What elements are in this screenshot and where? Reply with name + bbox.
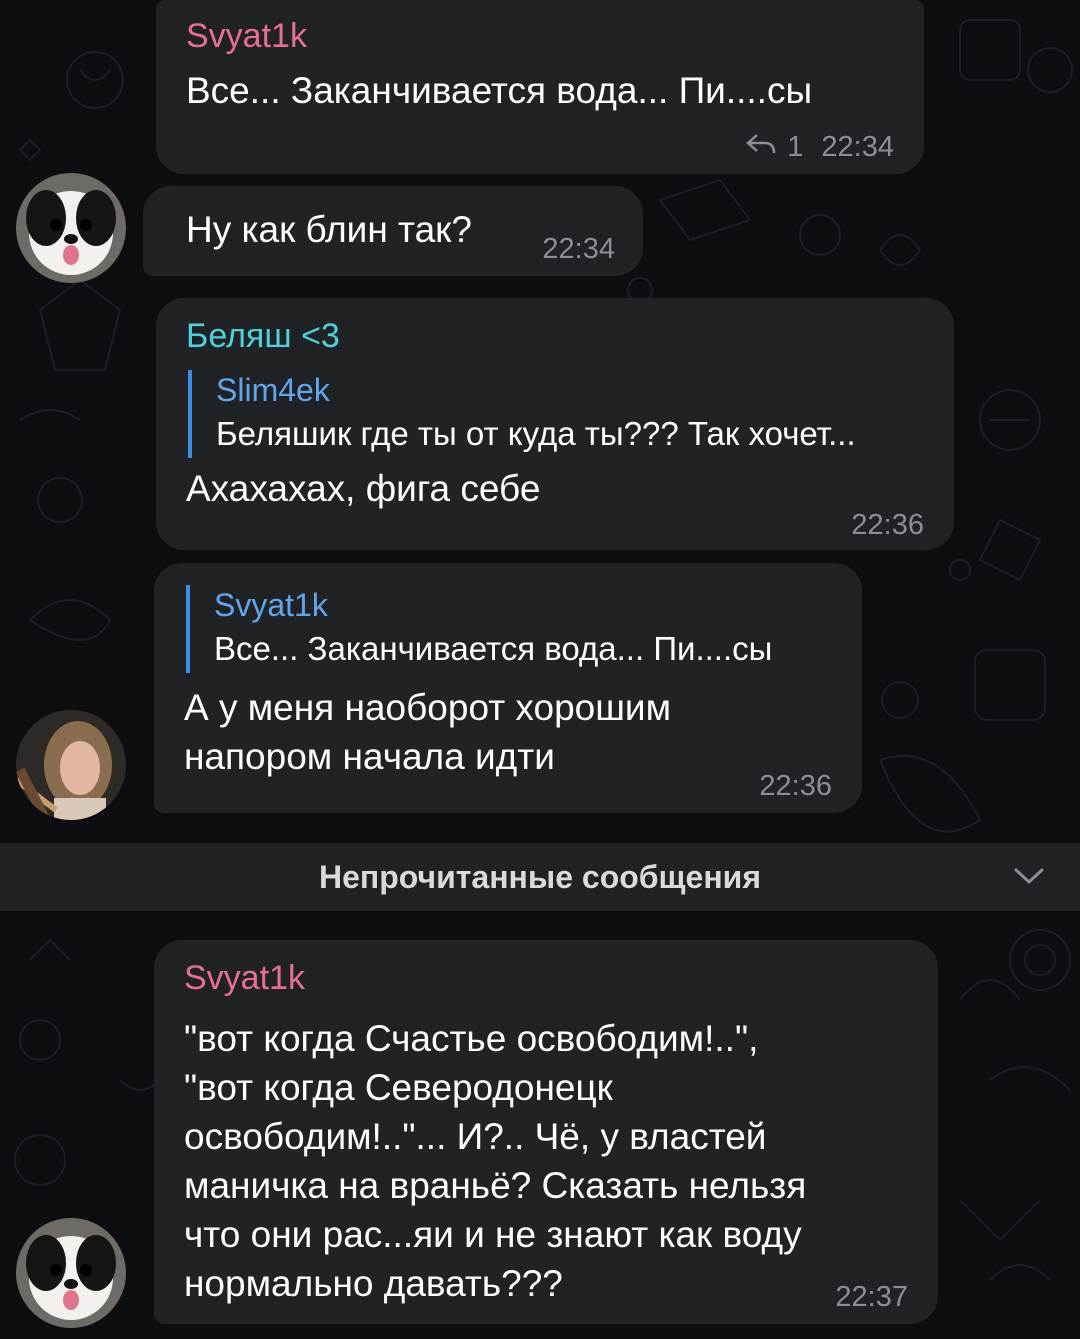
message-meta: 22:37: [835, 1281, 908, 1314]
message-text: А у меня наоборот хорошим напором начала…: [184, 683, 834, 781]
message-sender[interactable]: Svyat1k: [186, 16, 896, 56]
message-meta: 22:34: [542, 233, 615, 266]
message-line: нормально давать???: [184, 1263, 563, 1304]
message-text: Ахахахах, фига себе: [186, 468, 541, 509]
message-line: "вот когда Счастье освободим!..",: [184, 1018, 759, 1059]
reply-preview[interactable]: Svyat1k Все... Заканчивается вода... Пи.…: [186, 585, 834, 673]
message-meta: 22:36: [851, 509, 924, 542]
message-meta: 1 22:34: [745, 131, 894, 164]
message-bubble[interactable]: Svyat1k Все... Заканчивается вода... Пи.…: [154, 563, 862, 813]
chevron-down-icon[interactable]: [1012, 865, 1046, 892]
reply-count[interactable]: 1: [787, 131, 803, 164]
message-bubble[interactable]: Беляш <3 Slim4ek Беляшик где ты от куда …: [156, 298, 954, 550]
message-bubble[interactable]: Ну как блин так? 22:34: [143, 186, 643, 276]
avatar[interactable]: [16, 710, 126, 820]
message-time: 22:36: [759, 770, 832, 802]
unread-messages-label: Непрочитанные сообщения: [318, 858, 762, 895]
message-text: Все... Заканчивается вода... Пи....сы: [186, 70, 813, 111]
message-text: "вот когда Счастье освободим!..", "вот к…: [184, 1014, 910, 1308]
message-sender[interactable]: Беляш <3: [186, 316, 926, 356]
message-bubble[interactable]: Svyat1k Все... Заканчивается вода... Пи.…: [156, 0, 924, 174]
message-time: 22:34: [821, 131, 894, 163]
message-line: что они рас...яи и не знают как воду: [184, 1214, 802, 1255]
message-meta: 22:36: [759, 770, 832, 803]
reply-text: Все... Заканчивается вода... Пи....сы: [214, 630, 773, 667]
message-time: 22:34: [542, 233, 615, 265]
reply-arrow-icon[interactable]: [745, 131, 777, 164]
message-line: маничка на враньё? Сказать нельзя: [184, 1165, 807, 1206]
message-time: 22:37: [835, 1281, 908, 1313]
unread-messages-divider: Непрочитанные сообщения: [0, 843, 1080, 911]
message-line: напором начала идти: [184, 736, 555, 777]
reply-sender: Svyat1k: [214, 587, 328, 623]
message-line: А у меня наоборот хорошим: [184, 687, 672, 728]
message-sender[interactable]: Svyat1k: [184, 958, 910, 998]
reply-sender: Slim4ek: [216, 372, 330, 408]
message-bubble[interactable]: Svyat1k "вот когда Счастье освободим!.."…: [154, 940, 938, 1324]
message-time: 22:36: [851, 509, 924, 541]
avatar[interactable]: [16, 173, 126, 283]
message-line: "вот когда Северодонецк: [184, 1067, 613, 1108]
avatar[interactable]: [16, 1218, 126, 1328]
reply-preview[interactable]: Slim4ek Беляшик где ты от куда ты??? Так…: [188, 370, 926, 458]
message-line: освободим!.."... И?.. Чё, у властей: [184, 1116, 767, 1157]
reply-text: Беляшик где ты от куда ты??? Так хочет..…: [216, 415, 856, 452]
